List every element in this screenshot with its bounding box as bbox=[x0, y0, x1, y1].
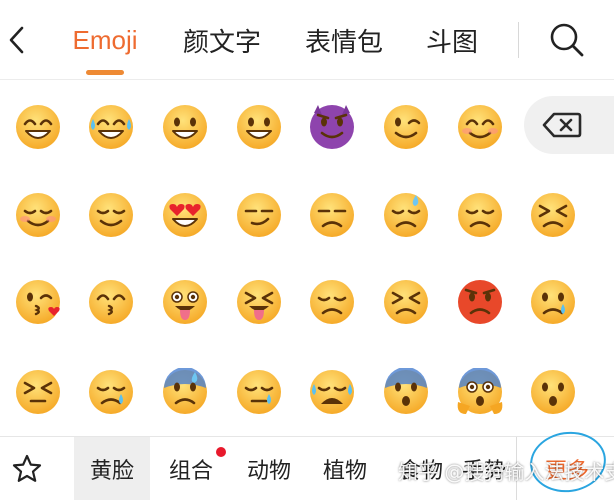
active-tab-indicator bbox=[86, 70, 124, 75]
emoji-anxious-face-with-sweat[interactable] bbox=[154, 361, 216, 423]
tired-face-icon bbox=[16, 370, 60, 414]
emoji-winking-face-with-tongue[interactable] bbox=[154, 271, 216, 333]
divider bbox=[518, 22, 519, 58]
emoji-confounded-face[interactable] bbox=[522, 184, 584, 246]
persevering-face-icon bbox=[384, 280, 428, 324]
backspace-button[interactable] bbox=[524, 96, 614, 154]
relieved-face-icon bbox=[89, 193, 133, 237]
hushed-face-icon bbox=[531, 370, 575, 414]
face-with-tears-of-joy-icon bbox=[89, 105, 133, 149]
emoji-persevering-face[interactable] bbox=[375, 271, 437, 333]
smirking-face-icon bbox=[237, 193, 281, 237]
crying-face-icon bbox=[531, 280, 575, 324]
emoji-pensive-face[interactable] bbox=[449, 184, 511, 246]
emoji-winking-face[interactable] bbox=[375, 96, 437, 158]
emoji-hushed-face[interactable] bbox=[522, 361, 584, 423]
smiling-face-with-smiling-eyes-icon bbox=[458, 105, 502, 149]
emoji-tired-face[interactable] bbox=[7, 361, 69, 423]
emoji-squinting-face-with-tongue[interactable] bbox=[228, 271, 290, 333]
downcast-face-with-sweat-icon bbox=[384, 193, 428, 237]
back-button[interactable] bbox=[0, 10, 34, 70]
emoji-grinning-face-wide[interactable] bbox=[228, 96, 290, 158]
winking-face-icon bbox=[384, 105, 428, 149]
loudly-crying-face-icon bbox=[310, 370, 354, 414]
emoji-top-bar: Emoji 颜文字 表情包 斗图 bbox=[0, 0, 614, 80]
chevron-left-icon bbox=[9, 26, 24, 54]
smiling-face-with-heart-eyes-icon bbox=[163, 193, 207, 237]
emoji-pouting-face[interactable] bbox=[449, 271, 511, 333]
confounded-face-icon bbox=[531, 193, 575, 237]
emoji-smiling-face-with-horns[interactable] bbox=[301, 96, 363, 158]
disappointed-face-icon bbox=[310, 280, 354, 324]
sad-but-relieved-face-icon bbox=[89, 370, 133, 414]
watermark: 知乎 @搜狗输入法技术支持 bbox=[398, 460, 614, 484]
emoji-kissing-face-with-smiling-eyes[interactable] bbox=[80, 271, 142, 333]
sleepy-face-icon bbox=[237, 370, 281, 414]
face-blowing-a-kiss-icon bbox=[16, 280, 60, 324]
category-yellow-faces[interactable]: 黄脸 bbox=[74, 437, 150, 500]
relaxed-face-icon bbox=[16, 193, 60, 237]
fearful-face-icon bbox=[384, 368, 428, 414]
emoji-smiling-face-with-smiling-eyes[interactable] bbox=[449, 96, 511, 158]
emoji-crying-face[interactable] bbox=[522, 271, 584, 333]
emoji-face-screaming-in-fear[interactable] bbox=[449, 361, 511, 423]
star-icon bbox=[12, 454, 42, 482]
emoji-grinning-face[interactable] bbox=[154, 96, 216, 158]
tab-meme-battle[interactable]: 斗图 bbox=[414, 18, 490, 62]
unamused-face-icon bbox=[310, 193, 354, 237]
category-plants[interactable]: 植物 bbox=[312, 437, 378, 500]
tab-kaomoji[interactable]: 颜文字 bbox=[172, 18, 272, 62]
emoji-unamused-face[interactable] bbox=[301, 184, 363, 246]
winking-face-with-tongue-icon bbox=[163, 280, 207, 324]
search-icon bbox=[550, 23, 584, 57]
emoji-smiling-face-with-heart-eyes[interactable] bbox=[154, 184, 216, 246]
emoji-face-blowing-a-kiss[interactable] bbox=[7, 271, 69, 333]
favorites-button[interactable] bbox=[4, 437, 50, 500]
emoji-relieved-face[interactable] bbox=[80, 184, 142, 246]
grinning-face-wide-icon bbox=[237, 105, 281, 149]
grinning-face-icon bbox=[163, 105, 207, 149]
anxious-face-with-sweat-icon bbox=[163, 368, 207, 414]
category-combos[interactable]: 组合 bbox=[156, 437, 226, 500]
emoji-downcast-face-with-sweat[interactable] bbox=[375, 184, 437, 246]
emoji-grinning-face-with-smiling-eyes[interactable] bbox=[7, 96, 69, 158]
emoji-grid bbox=[0, 80, 614, 436]
emoji-disappointed-face[interactable] bbox=[301, 271, 363, 333]
pouting-face-icon bbox=[458, 280, 502, 324]
tab-emoji[interactable]: Emoji bbox=[58, 18, 152, 62]
search-button[interactable] bbox=[544, 16, 590, 64]
backspace-icon bbox=[542, 112, 582, 138]
emoji-relaxed-face[interactable] bbox=[7, 184, 69, 246]
face-screaming-in-fear-icon bbox=[457, 368, 503, 414]
tab-stickers[interactable]: 表情包 bbox=[294, 18, 394, 62]
emoji-sad-but-relieved-face[interactable] bbox=[80, 361, 142, 423]
kissing-face-with-smiling-eyes-icon bbox=[89, 280, 133, 324]
emoji-fearful-face[interactable] bbox=[375, 361, 437, 423]
emoji-loudly-crying-face[interactable] bbox=[301, 361, 363, 423]
emoji-smirking-face[interactable] bbox=[228, 184, 290, 246]
grinning-face-with-smiling-eyes-icon bbox=[16, 105, 60, 149]
squinting-face-with-tongue-icon bbox=[237, 280, 281, 324]
emoji-sleepy-face[interactable] bbox=[228, 361, 290, 423]
new-badge bbox=[216, 447, 226, 457]
smiling-face-with-horns-icon bbox=[310, 105, 354, 149]
emoji-face-with-tears-of-joy[interactable] bbox=[80, 96, 142, 158]
category-animals[interactable]: 动物 bbox=[236, 437, 302, 500]
pensive-face-icon bbox=[458, 193, 502, 237]
